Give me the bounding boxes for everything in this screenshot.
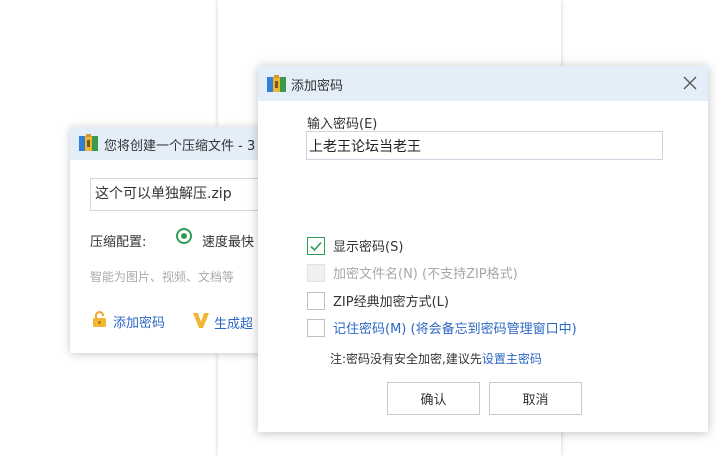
remember-password-checkbox[interactable] — [307, 318, 325, 337]
show-password-checkbox[interactable] — [307, 236, 325, 255]
show-password-option[interactable]: 显示密码(S) — [307, 236, 403, 255]
show-password-label: 显示密码(S) — [333, 240, 404, 255]
radio-dot — [181, 233, 187, 239]
remember-password-label: 记住密码(M) (将会备忘到密码管理窗口中) — [333, 322, 577, 337]
speed-radio[interactable] — [176, 228, 192, 244]
archive-app-icon — [79, 134, 98, 156]
password-input[interactable] — [306, 131, 663, 160]
compression-config-label: 压缩配置: — [90, 235, 147, 250]
dialog-titlebar: 添加密码 — [258, 66, 708, 101]
encrypt-filename-checkbox — [307, 263, 325, 282]
confirm-button[interactable]: 确认 — [387, 382, 480, 415]
check-icon — [310, 241, 322, 251]
remember-password-option[interactable]: 记住密码(M) (将会备忘到密码管理窗口中) — [307, 318, 577, 337]
encrypt-filename-option: 加密文件名(N) (不支持ZIP格式) — [307, 263, 518, 282]
compression-hint: 智能为图片、视频、文档等 — [90, 270, 235, 284]
archive-filename-field[interactable]: 这个可以单独解压.zip — [90, 178, 270, 211]
security-note-text: 注:密码没有安全加密,建议先 — [330, 352, 482, 366]
archive-app-icon — [267, 75, 286, 97]
close-icon — [683, 76, 697, 90]
close-button[interactable] — [680, 73, 700, 93]
zip-classic-option[interactable]: ZIP经典加密方式(L) — [307, 291, 449, 310]
generate-label: 生成超 — [214, 316, 254, 332]
cancel-button[interactable]: 取消 — [489, 382, 582, 415]
dialog-title: 添加密码 — [291, 79, 344, 94]
create-archive-title: 您将创建一个压缩文件 - 3 — [104, 139, 256, 154]
security-note: 注:密码没有安全加密,建议先设置主密码 — [330, 350, 542, 367]
generate-link[interactable]: 生成超 — [192, 311, 253, 333]
zip-classic-label: ZIP经典加密方式(L) — [333, 295, 449, 310]
add-password-dialog: 添加密码 输入密码(E) 显示密码(S) 加密文件名(N) (不支持ZIP格式)… — [258, 66, 708, 432]
add-password-link[interactable]: 添加密码 — [92, 311, 165, 331]
password-label: 输入密码(E) — [307, 117, 378, 132]
zip-classic-checkbox[interactable] — [307, 291, 325, 310]
lock-icon — [92, 311, 107, 331]
v-logo-icon — [192, 311, 210, 333]
encrypt-filename-label: 加密文件名(N) (不支持ZIP格式) — [333, 267, 518, 282]
create-archive-window: 您将创建一个压缩文件 - 3 这个可以单独解压.zip 压缩配置: 速度最快 智… — [70, 127, 270, 353]
set-master-password-link[interactable]: 设置主密码 — [482, 352, 542, 366]
create-archive-titlebar: 您将创建一个压缩文件 - 3 — [70, 127, 262, 160]
add-password-label: 添加密码 — [113, 315, 166, 331]
speed-option-label: 速度最快 — [202, 235, 255, 250]
